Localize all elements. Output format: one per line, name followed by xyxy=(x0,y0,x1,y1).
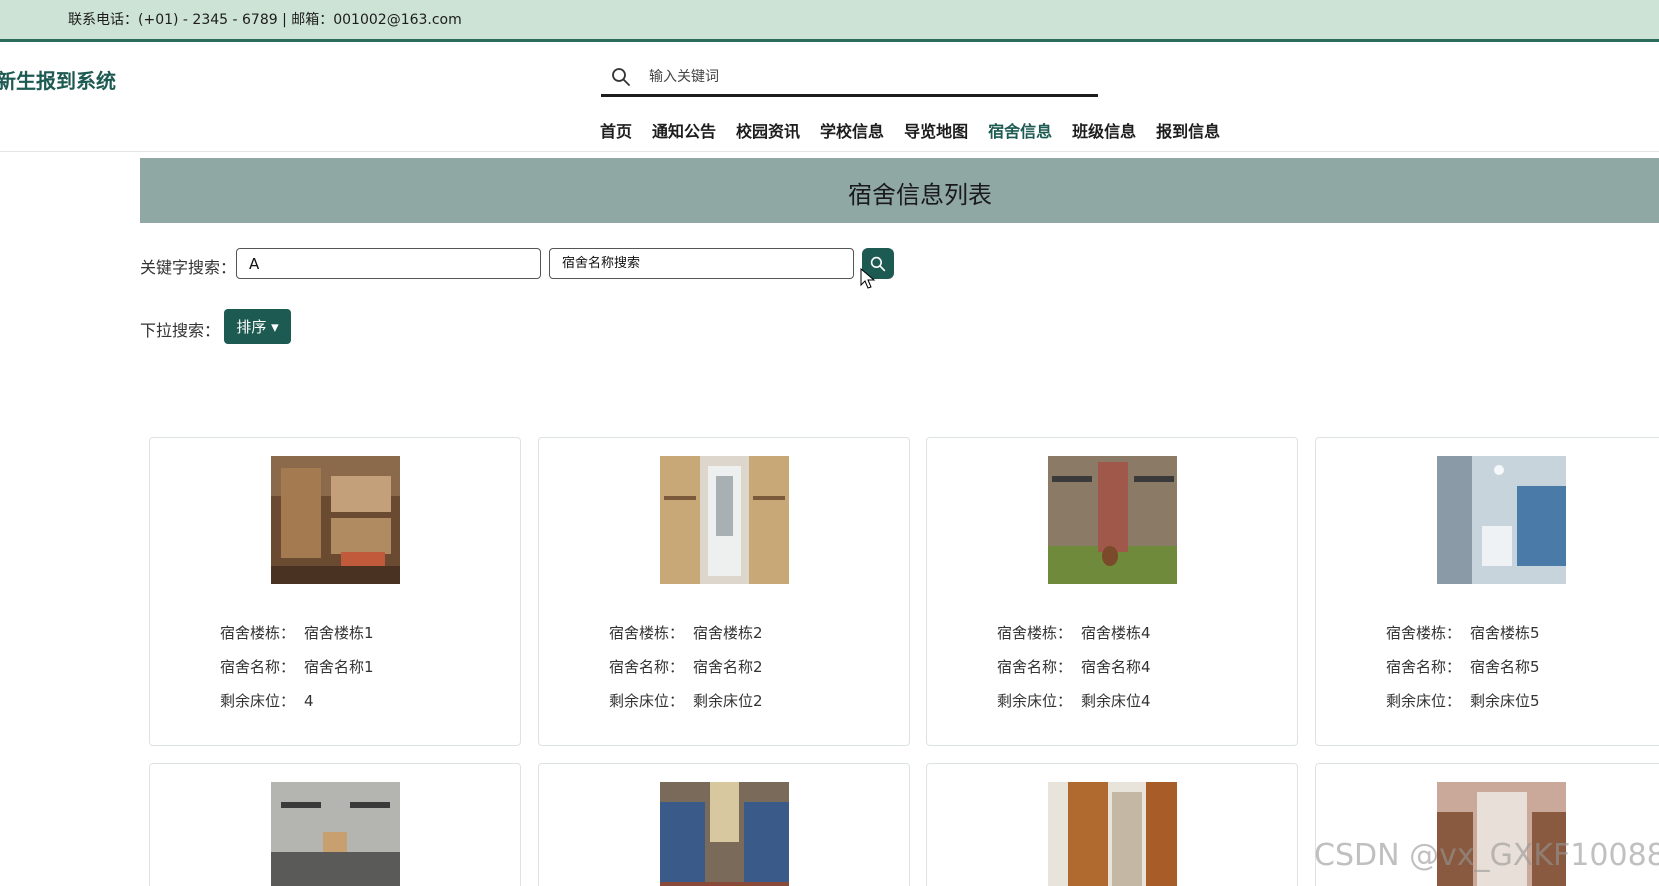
search-input[interactable] xyxy=(649,64,1079,90)
nav-school-info[interactable]: 学校信息 xyxy=(820,118,884,142)
dorm-card[interactable] xyxy=(149,763,521,886)
building-label: 宿舍楼栋： xyxy=(609,624,685,642)
dorm-details: 宿舍楼栋： 宿舍楼栋1 宿舍名称： 宿舍名称1 剩余床位： 4 xyxy=(220,622,374,724)
dorm-details: 宿舍楼栋： 宿舍楼栋4 宿舍名称： 宿舍名称4 剩余床位： 剩余床位4 xyxy=(997,622,1151,724)
nav-notices[interactable]: 通知公告 xyxy=(652,118,716,142)
dorm-details: 宿舍楼栋： 宿舍楼栋5 宿舍名称： 宿舍名称5 剩余床位： 剩余床位5 xyxy=(1386,622,1540,724)
building-label: 宿舍楼栋： xyxy=(220,624,296,642)
dorm-card[interactable] xyxy=(538,763,910,886)
building-value: 宿舍楼栋2 xyxy=(693,624,763,642)
beds-left-label: 剩余床位： xyxy=(220,692,296,710)
site-logo[interactable]: 新生报到系统 xyxy=(0,65,116,94)
dorm-name-label: 宿舍名称： xyxy=(609,658,685,676)
beds-left-label: 剩余床位： xyxy=(609,692,685,710)
dorm-name-value: 宿舍名称5 xyxy=(1470,658,1540,676)
nav-dorm-info[interactable]: 宿舍信息 xyxy=(988,118,1052,142)
beds-left-label: 剩余床位： xyxy=(997,692,1073,710)
header-divider xyxy=(0,151,1659,152)
dropdown-search-label: 下拉搜索： xyxy=(140,321,221,340)
header-search xyxy=(601,60,1098,97)
contact-info: 联系电话：(+01) - 2345 - 6789 | 邮箱：001002@163… xyxy=(68,12,462,28)
sort-dropdown-button[interactable]: 排序 ▾ xyxy=(224,309,291,344)
beds-left-value: 剩余床位2 xyxy=(693,692,763,710)
dorm-name-value: 宿舍名称4 xyxy=(1081,658,1151,676)
building-label: 宿舍楼栋： xyxy=(997,624,1073,642)
dorm-name-label: 宿舍名称： xyxy=(220,658,296,676)
dorm-photo[interactable] xyxy=(1048,782,1177,886)
nav-campus-news[interactable]: 校园资讯 xyxy=(736,118,800,142)
dorm-card[interactable]: 宿舍楼栋： 宿舍楼栋4 宿舍名称： 宿舍名称4 剩余床位： 剩余床位4 xyxy=(926,437,1298,746)
dorm-photo[interactable] xyxy=(660,456,789,584)
main-nav: 首页 通知公告 校园资讯 学校信息 导览地图 宿舍信息 班级信息 报到信息 xyxy=(600,118,1240,142)
dorm-photo[interactable] xyxy=(1437,456,1566,584)
mouse-cursor-icon xyxy=(860,268,876,289)
building-value: 宿舍楼栋5 xyxy=(1470,624,1540,642)
dorm-photo[interactable] xyxy=(271,456,400,584)
beds-left-value: 剩余床位5 xyxy=(1470,692,1540,710)
building-value: 宿舍楼栋1 xyxy=(304,624,374,642)
dorm-card[interactable]: 宿舍楼栋： 宿舍楼栋2 宿舍名称： 宿舍名称2 剩余床位： 剩余床位2 xyxy=(538,437,910,746)
dorm-photo[interactable] xyxy=(660,782,789,886)
dorm-photo[interactable] xyxy=(271,782,400,886)
building-value: 宿舍楼栋4 xyxy=(1081,624,1151,642)
beds-left-label: 剩余床位： xyxy=(1386,692,1462,710)
contact-bar: 联系电话：(+01) - 2345 - 6789 | 邮箱：001002@163… xyxy=(0,0,1659,42)
dorm-photo[interactable] xyxy=(1048,456,1177,584)
dorm-card[interactable]: 宿舍楼栋： 宿舍楼栋5 宿舍名称： 宿舍名称5 剩余床位： 剩余床位5 xyxy=(1315,437,1659,746)
dorm-details: 宿舍楼栋： 宿舍楼栋2 宿舍名称： 宿舍名称2 剩余床位： 剩余床位2 xyxy=(609,622,763,724)
nav-home[interactable]: 首页 xyxy=(600,118,632,142)
nav-class-info[interactable]: 班级信息 xyxy=(1072,118,1136,142)
dorm-name-label: 宿舍名称： xyxy=(997,658,1073,676)
dorm-name-value: 宿舍名称2 xyxy=(693,658,763,676)
dorm-name-search-input[interactable] xyxy=(549,248,854,279)
building-label: 宿舍楼栋： xyxy=(1386,624,1462,642)
dorm-card[interactable]: 宿舍楼栋： 宿舍楼栋1 宿舍名称： 宿舍名称1 剩余床位： 4 xyxy=(149,437,521,746)
dorm-card[interactable] xyxy=(926,763,1298,886)
keyword-input[interactable] xyxy=(236,248,541,279)
keyword-search-label: 关键字搜索： xyxy=(140,258,237,277)
beds-left-value: 4 xyxy=(304,692,314,710)
page-title: 宿舍信息列表 xyxy=(848,181,992,209)
search-icon[interactable] xyxy=(611,67,631,87)
beds-left-value: 剩余床位4 xyxy=(1081,692,1151,710)
nav-registration-info[interactable]: 报到信息 xyxy=(1156,118,1220,142)
csdn-watermark: CSDN @vx_GXKF10088 xyxy=(1314,838,1659,873)
dorm-name-label: 宿舍名称： xyxy=(1386,658,1462,676)
nav-guide-map[interactable]: 导览地图 xyxy=(904,118,968,142)
dorm-name-value: 宿舍名称1 xyxy=(304,658,374,676)
